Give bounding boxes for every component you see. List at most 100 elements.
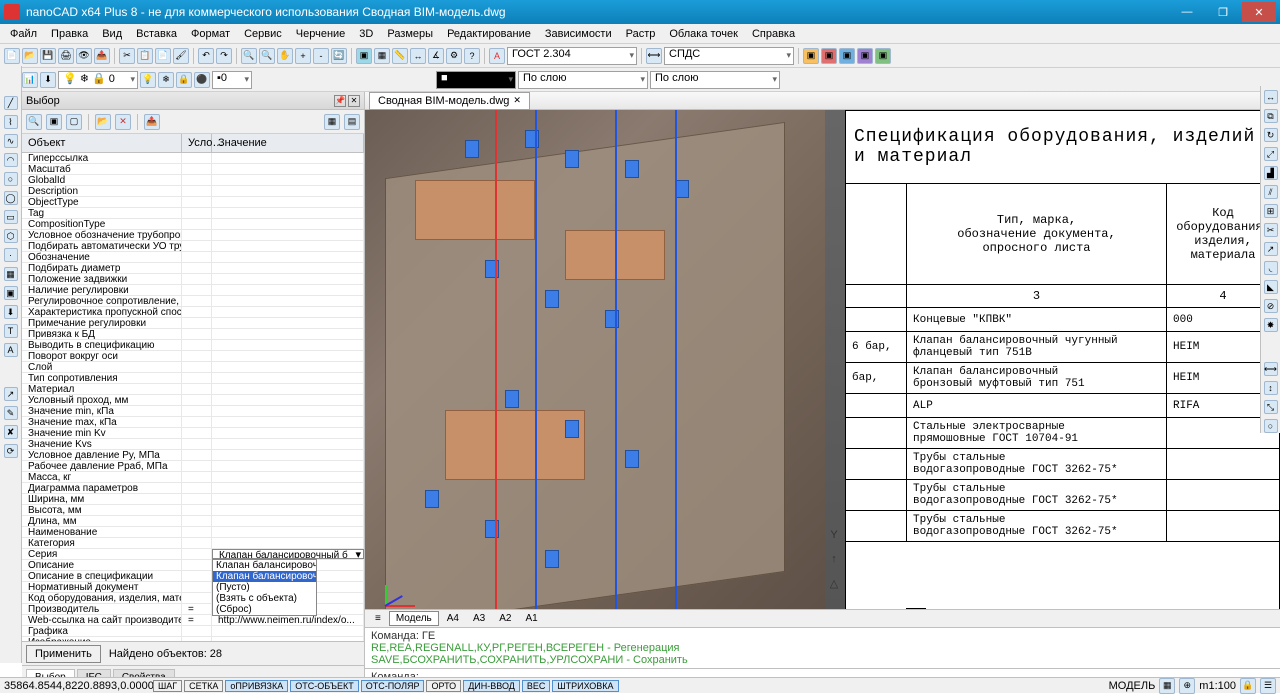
menu-правка[interactable]: Правка	[45, 26, 94, 42]
bycolor-combo[interactable]: ■	[436, 71, 516, 89]
prop-row[interactable]: Условное давление Py, МПа	[22, 450, 364, 461]
menu-зависимости[interactable]: Зависимости	[539, 26, 618, 42]
dim1-icon[interactable]: ⟷	[1264, 362, 1278, 376]
prop-row[interactable]: GlobalId	[22, 175, 364, 186]
lineweight-combo[interactable]: По слою	[650, 71, 780, 89]
spline-icon[interactable]: ∿	[4, 134, 18, 148]
prop-row[interactable]: Категория	[22, 538, 364, 549]
prop-row[interactable]: Рабочее давление Pраб, МПа	[22, 461, 364, 472]
ruler-icon[interactable]: 📏	[392, 48, 408, 64]
menu-вид[interactable]: Вид	[96, 26, 128, 42]
prop-row[interactable]: CompositionType	[22, 219, 364, 230]
prop-row[interactable]: Гиперссылка	[22, 153, 364, 164]
prop-row[interactable]: Масштаб	[22, 164, 364, 175]
explode-icon[interactable]: ✸	[1264, 318, 1278, 332]
arc-icon[interactable]: ◠	[4, 153, 18, 167]
layout-tab-a4[interactable]: A4	[441, 612, 465, 625]
preview-icon[interactable]: 👁	[76, 48, 92, 64]
toggle-2-icon[interactable]: ▦	[374, 48, 390, 64]
doc-tab-active[interactable]: Сводная BIM-модель.dwg ✕	[369, 92, 530, 110]
hatch-icon[interactable]: ▦	[4, 267, 18, 281]
new-icon[interactable]: 📄	[4, 48, 20, 64]
layer-lock-icon[interactable]: 🔒	[176, 72, 192, 88]
orbit-icon[interactable]: 🔄	[331, 48, 347, 64]
prop-row[interactable]: Description	[22, 186, 364, 197]
series-dropdown-popup[interactable]: Клапан балансировочный бронКлапан баланс…	[212, 559, 317, 616]
status-toggle-сетка[interactable]: СЕТКА	[184, 680, 223, 692]
angle-icon[interactable]: ∡	[428, 48, 444, 64]
menu-3d[interactable]: 3D	[353, 26, 379, 42]
panel-close-icon[interactable]: ✕	[348, 95, 360, 107]
zoom-out-icon[interactable]: -	[313, 48, 329, 64]
prop-row[interactable]: Тип сопротивления	[22, 373, 364, 384]
copy-icon[interactable]: 📋	[137, 48, 153, 64]
prop-row[interactable]: Значение Kvs	[22, 439, 364, 450]
sb-icon2[interactable]: ⊕	[1179, 678, 1195, 694]
prop-row[interactable]: Привязка к БД	[22, 329, 364, 340]
rotate-icon[interactable]: ↻	[1264, 128, 1278, 142]
match-icon[interactable]: 🖌	[173, 48, 189, 64]
select-all-icon[interactable]: ▣	[46, 114, 62, 130]
fillet-icon[interactable]: ◟	[1264, 261, 1278, 275]
menu-растр[interactable]: Растр	[620, 26, 662, 42]
menu-облака точек[interactable]: Облака точек	[663, 26, 744, 42]
layer-props-icon[interactable]: 📊	[22, 72, 38, 88]
prop-row[interactable]: ObjectType	[22, 197, 364, 208]
prop-row[interactable]: Положение задвижки	[22, 274, 364, 285]
maximize-button[interactable]: ❐	[1206, 2, 1240, 22]
status-toggle-отс-поляр[interactable]: ОТС-ПОЛЯР	[361, 680, 425, 692]
linetype-combo[interactable]: По слою	[518, 71, 648, 89]
dropdown-item[interactable]: Клапан балансировочный чугу	[213, 571, 316, 582]
paste-icon[interactable]: 📄	[155, 48, 171, 64]
save-icon[interactable]: 💾	[40, 48, 56, 64]
menu-справка[interactable]: Справка	[746, 26, 801, 42]
status-toggle-орто[interactable]: ОРТО	[426, 680, 461, 692]
chamfer-icon[interactable]: ◣	[1264, 280, 1278, 294]
open-icon[interactable]: 📂	[22, 48, 38, 64]
modify1-icon[interactable]: ↗	[4, 387, 18, 401]
trim-icon[interactable]: ✂	[1264, 223, 1278, 237]
print-icon[interactable]: 🖨	[58, 48, 74, 64]
viewport-3d[interactable]: Y↑△ Спецификация оборудования, изделий и…	[365, 110, 1280, 609]
menu-файл[interactable]: Файл	[4, 26, 43, 42]
prop-row[interactable]: Характеристика пропускной способности к.…	[22, 307, 364, 318]
prop-row[interactable]: Наличие регулировки	[22, 285, 364, 296]
mtext-icon[interactable]: A	[4, 343, 18, 357]
status-toggle-шаг[interactable]: ШАГ	[153, 680, 182, 692]
prop-row[interactable]: Высота, мм	[22, 505, 364, 516]
redo-icon[interactable]: ↷	[216, 48, 232, 64]
polygon-icon[interactable]: ⬡	[4, 229, 18, 243]
menu-черчение[interactable]: Черчение	[290, 26, 352, 42]
panel-pin-icon[interactable]: 📌	[334, 95, 346, 107]
app5-icon[interactable]: ▣	[875, 48, 891, 64]
close-window-button[interactable]: ✕	[1242, 2, 1276, 22]
menu-редактирование[interactable]: Редактирование	[441, 26, 537, 42]
text-icon[interactable]: T	[4, 324, 18, 338]
prop-row[interactable]: Условное обозначение трубопровода	[22, 230, 364, 241]
tab-end-dropdown[interactable]: ▾	[530, 95, 1276, 106]
sb-icon1[interactable]: ▦	[1159, 678, 1175, 694]
app2-icon[interactable]: ▣	[821, 48, 837, 64]
modify2-icon[interactable]: ✎	[4, 406, 18, 420]
point-icon[interactable]: ·	[4, 248, 18, 262]
dropdown-item[interactable]: (Сброс)	[213, 604, 316, 615]
scale-icon[interactable]: ⤢	[1264, 147, 1278, 161]
sb-icon3[interactable]: 🔒	[1240, 678, 1256, 694]
dim4-icon[interactable]: ○	[1264, 419, 1278, 433]
doc-tab-close-icon[interactable]: ✕	[513, 95, 521, 106]
minimize-button[interactable]: —	[1170, 2, 1204, 22]
find-icon[interactable]: 🔍	[26, 114, 42, 130]
layer-states-icon[interactable]: ⬇	[40, 72, 56, 88]
prop-row[interactable]: Поворот вокруг оси	[22, 351, 364, 362]
copy2-icon[interactable]: ⧉	[1264, 109, 1278, 123]
color-combo[interactable]: ▪0	[212, 71, 252, 89]
zoom-extents-icon[interactable]: 🔍	[241, 48, 257, 64]
prop-row[interactable]: Tag	[22, 208, 364, 219]
menu-размеры[interactable]: Размеры	[381, 26, 439, 42]
prop-row[interactable]: Значение max, кПа	[22, 417, 364, 428]
dim3-icon[interactable]: ⤡	[1264, 400, 1278, 414]
prop-row[interactable]: Диаграмма параметров	[22, 483, 364, 494]
line-icon[interactable]: ╱	[4, 96, 18, 110]
prop-row[interactable]: Ширина, мм	[22, 494, 364, 505]
mirror-icon[interactable]: ▟	[1264, 166, 1278, 180]
